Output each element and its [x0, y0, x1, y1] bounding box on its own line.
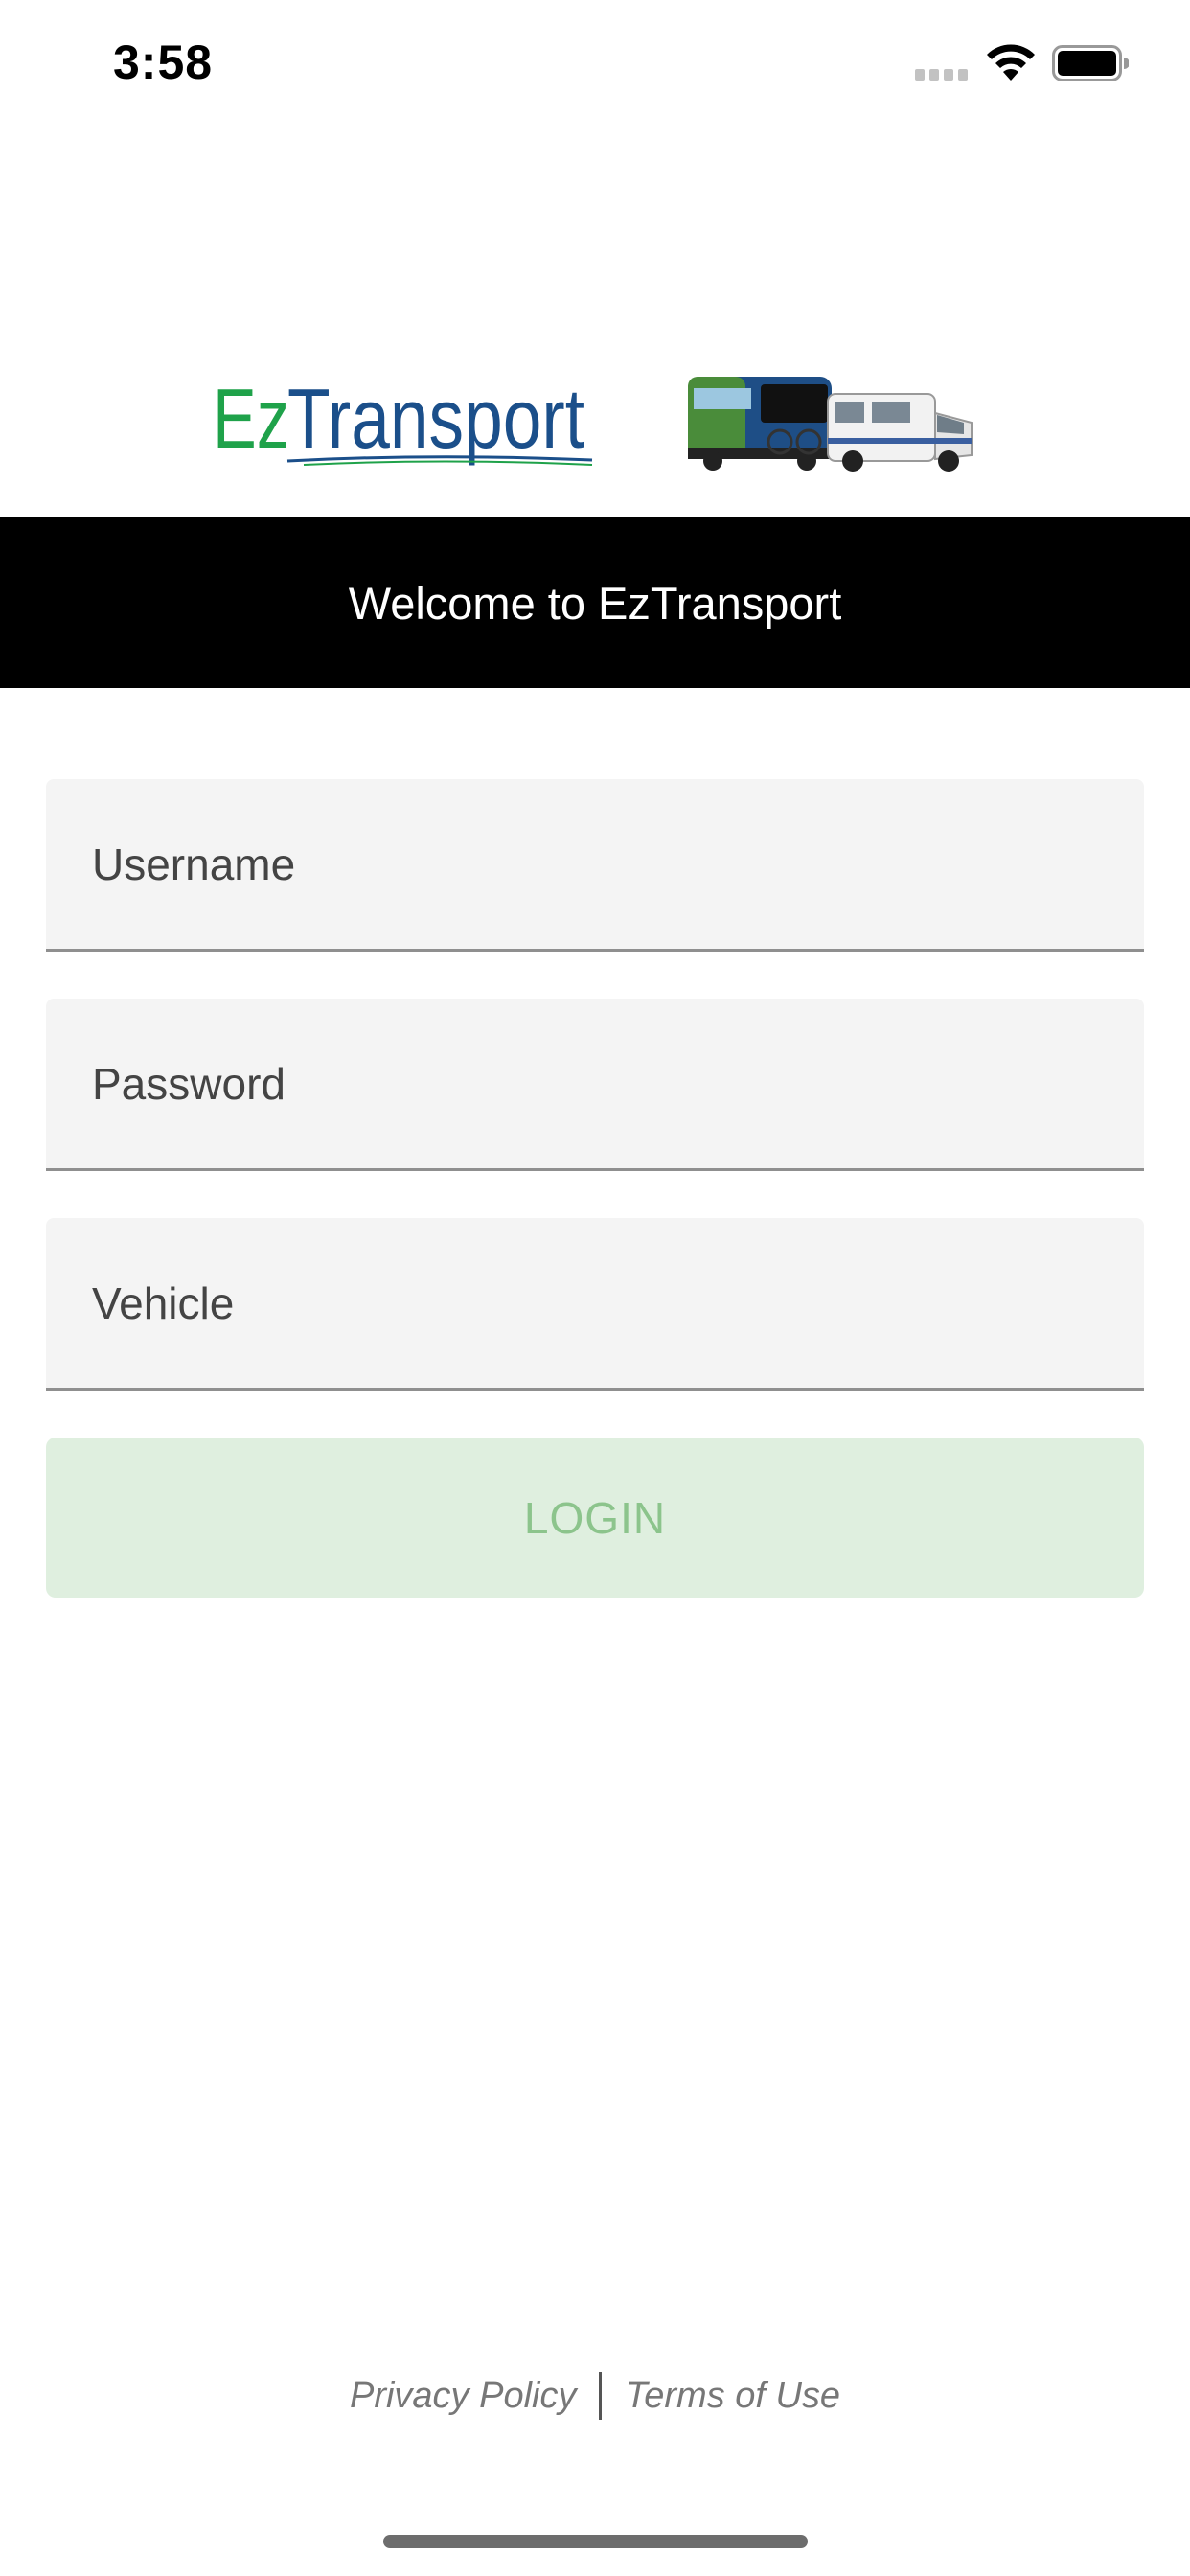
privacy-policy-link[interactable]: Privacy Policy: [350, 2376, 577, 2417]
vehicle-field-container: [46, 1218, 1144, 1391]
battery-icon: [1052, 45, 1129, 81]
password-field[interactable]: [46, 999, 1144, 1168]
password-field-container: [46, 999, 1144, 1171]
vehicle-field[interactable]: [46, 1218, 1144, 1388]
app-logo: Ez Transport: [213, 350, 979, 474]
footer-divider: [599, 2372, 603, 2420]
welcome-text: Welcome to EzTransport: [348, 577, 842, 629]
footer-links: Privacy Policy Terms of Use: [0, 2367, 1190, 2425]
svg-text:Ez: Ez: [213, 371, 289, 466]
home-indicator[interactable]: [383, 2535, 808, 2548]
eztransport-logo-icon: Ez Transport: [213, 371, 593, 466]
signal-icon: [915, 69, 969, 82]
welcome-banner: Welcome to EzTransport: [0, 518, 1190, 688]
username-field-container: [46, 779, 1144, 952]
username-field[interactable]: [46, 779, 1144, 949]
svg-text:Transport: Transport: [287, 371, 584, 466]
status-time: 3:58: [113, 35, 214, 89]
wifi-icon: [987, 44, 1035, 80]
login-button[interactable]: LOGIN: [46, 1438, 1144, 1598]
bus-and-van-icon: [688, 377, 973, 472]
terms-of-use-link[interactable]: Terms of Use: [625, 2376, 840, 2417]
